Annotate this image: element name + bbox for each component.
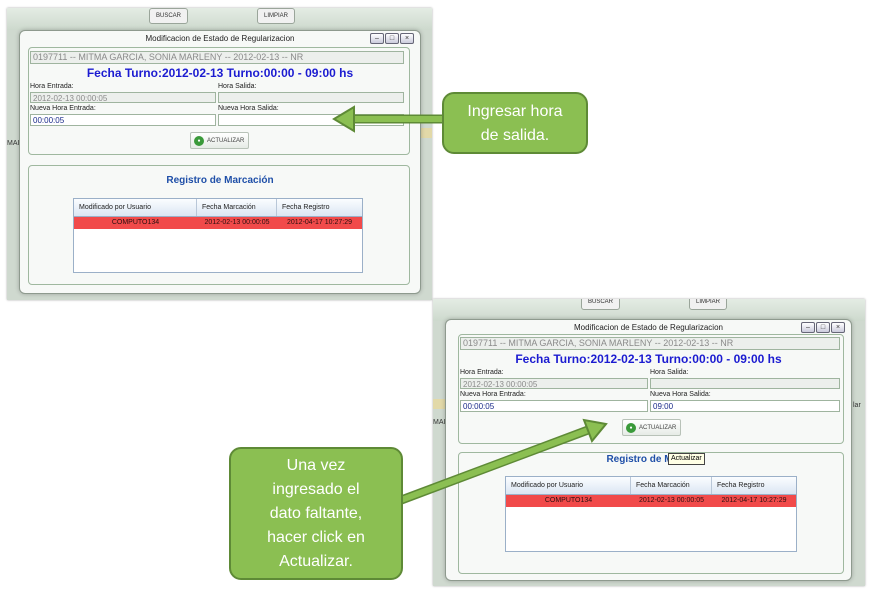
callout-ingresar: Ingresar hora de salida. <box>442 92 588 154</box>
arrow-to-salida <box>332 105 444 133</box>
callout-actualizar: Una vez ingresado el dato faltante, hace… <box>229 447 403 580</box>
callout-arrows <box>332 105 608 507</box>
arrow-to-actualizar <box>394 418 608 507</box>
